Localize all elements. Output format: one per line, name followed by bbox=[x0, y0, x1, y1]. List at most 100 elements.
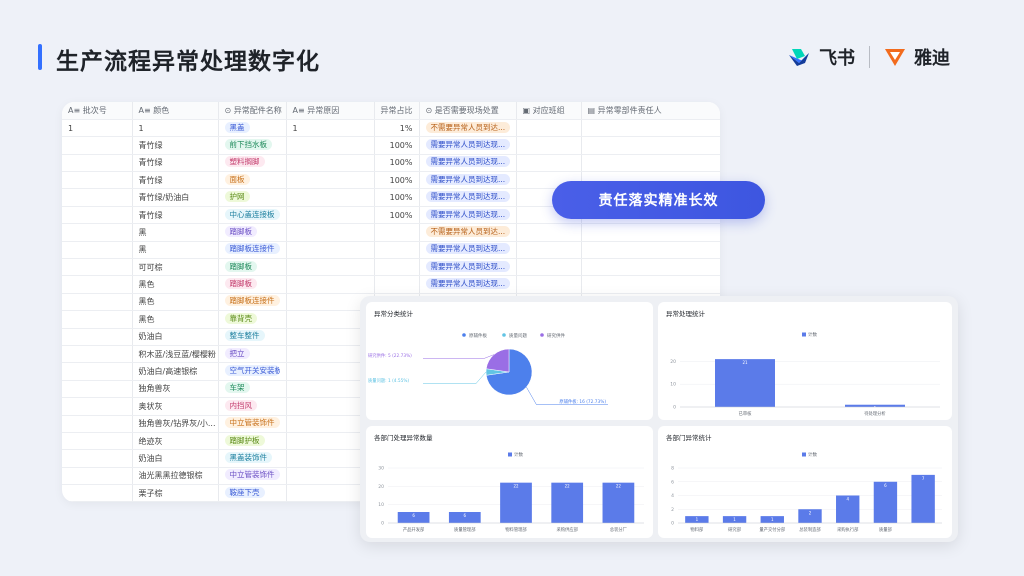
cell-color[interactable]: 奶油白 bbox=[132, 328, 219, 346]
cell-onsite[interactable]: 需要异常人员到达现... bbox=[419, 154, 517, 173]
cell-owner[interactable] bbox=[581, 258, 720, 277]
cell-onsite[interactable]: 需要异常人员到达现... bbox=[419, 171, 517, 190]
cell-ratio[interactable]: 1% bbox=[374, 119, 420, 138]
cell-batch[interactable] bbox=[62, 328, 133, 346]
cell-batch[interactable] bbox=[62, 258, 133, 277]
cell-onsite[interactable]: 需要异常人员到达现... bbox=[419, 275, 517, 294]
cell-color[interactable]: 黑色 bbox=[132, 275, 219, 294]
cell-reason[interactable] bbox=[286, 241, 375, 260]
cell-batch[interactable] bbox=[62, 362, 133, 381]
cell-batch[interactable] bbox=[62, 293, 133, 312]
cell-part[interactable]: 把立 bbox=[218, 345, 287, 364]
column-header[interactable]: A≡ 异常原因 bbox=[286, 102, 375, 120]
cell-part[interactable]: 黑盖 bbox=[218, 119, 287, 138]
cell-batch[interactable] bbox=[62, 241, 133, 260]
cell-batch[interactable] bbox=[62, 397, 133, 416]
cell-part[interactable]: 中立管装饰件 bbox=[218, 415, 287, 433]
cell-onsite[interactable]: 需要异常人员到达现... bbox=[419, 136, 517, 155]
cell-batch[interactable] bbox=[62, 484, 133, 502]
cell-reason[interactable]: 1 bbox=[286, 119, 375, 138]
cell-onsite[interactable]: 需要异常人员到达现... bbox=[419, 206, 517, 225]
cell-color[interactable]: 黑 bbox=[132, 241, 219, 260]
cell-part[interactable]: 塑料搁脚 bbox=[218, 154, 287, 173]
cell-color[interactable]: 黑 bbox=[132, 223, 219, 242]
cell-ratio[interactable] bbox=[374, 275, 420, 294]
cell-batch[interactable] bbox=[62, 136, 133, 155]
cell-reason[interactable] bbox=[286, 258, 375, 277]
cell-team[interactable] bbox=[516, 223, 582, 242]
cell-reason[interactable] bbox=[286, 171, 375, 190]
cell-ratio[interactable] bbox=[374, 241, 420, 260]
cell-batch[interactable] bbox=[62, 310, 133, 329]
cell-part[interactable]: 黑盖装饰件 bbox=[218, 449, 287, 468]
cell-onsite[interactable]: 需要异常人员到达现... bbox=[419, 241, 517, 260]
cell-team[interactable] bbox=[516, 136, 582, 155]
column-header[interactable]: ⊙ 异常配件名称 bbox=[218, 102, 287, 120]
cell-part[interactable]: 踏脚板 bbox=[218, 258, 287, 277]
cell-part[interactable]: 内挡风 bbox=[218, 397, 287, 416]
cell-reason[interactable] bbox=[286, 136, 375, 155]
table-row[interactable]: 青竹绿 塑料搁脚 100% 需要异常人员到达现... bbox=[62, 154, 720, 173]
cell-onsite[interactable]: 需要异常人员到达现... bbox=[419, 188, 517, 207]
column-header[interactable]: ▣ 对应班组 bbox=[516, 102, 582, 120]
cell-owner[interactable] bbox=[581, 154, 720, 173]
cell-team[interactable] bbox=[516, 258, 582, 277]
cell-batch[interactable] bbox=[62, 154, 133, 173]
cell-owner[interactable] bbox=[581, 119, 720, 138]
column-header[interactable]: ⊙ 是否需要现场处置 bbox=[419, 102, 517, 120]
cell-batch[interactable] bbox=[62, 206, 133, 225]
cell-color[interactable]: 黑色 bbox=[132, 293, 219, 312]
cell-team[interactable] bbox=[516, 119, 582, 138]
cell-owner[interactable] bbox=[581, 136, 720, 155]
table-row[interactable]: 黑踏脚板连接件 需要异常人员到达现... bbox=[62, 241, 720, 260]
cell-batch[interactable] bbox=[62, 275, 133, 294]
cell-batch[interactable] bbox=[62, 449, 133, 468]
cell-color[interactable]: 独角兽灰/钻界灰/小... bbox=[132, 415, 219, 433]
cell-part[interactable]: 车架 bbox=[218, 380, 287, 399]
cell-color[interactable]: 可可棕 bbox=[132, 258, 219, 277]
cell-color[interactable]: 奶油白/高速银棕 bbox=[132, 362, 219, 381]
cell-reason[interactable] bbox=[286, 206, 375, 225]
cell-color[interactable]: 青竹绿 bbox=[132, 136, 219, 155]
cell-batch[interactable] bbox=[62, 432, 133, 451]
responsibility-cta-button[interactable]: 责任落实精准长效 bbox=[552, 181, 765, 219]
table-row[interactable]: 可可棕 踏脚板 需要异常人员到达现... bbox=[62, 258, 720, 277]
cell-ratio[interactable]: 100% bbox=[374, 136, 420, 155]
cell-ratio[interactable]: 100% bbox=[374, 154, 420, 173]
cell-reason[interactable] bbox=[286, 275, 375, 294]
cell-ratio[interactable] bbox=[374, 223, 420, 242]
cell-team[interactable] bbox=[516, 154, 582, 173]
cell-color[interactable]: 奥状灰 bbox=[132, 397, 219, 416]
cell-part[interactable]: 踏脚板连接件 bbox=[218, 241, 287, 260]
cell-batch[interactable] bbox=[62, 171, 133, 190]
cell-ratio[interactable]: 100% bbox=[374, 206, 420, 225]
cell-batch[interactable] bbox=[62, 188, 133, 207]
cell-color[interactable]: 黑色 bbox=[132, 310, 219, 329]
cell-reason[interactable] bbox=[286, 223, 375, 242]
cell-onsite[interactable]: 不需要异常人员到达... bbox=[419, 223, 517, 242]
cell-part[interactable]: 中心盖连接板 bbox=[218, 206, 287, 225]
cell-part[interactable]: 中立管装饰件 bbox=[218, 467, 287, 486]
cell-batch[interactable] bbox=[62, 467, 133, 486]
cell-color[interactable]: 青竹绿 bbox=[132, 206, 219, 225]
cell-batch[interactable] bbox=[62, 415, 133, 433]
cell-part[interactable]: 整车整件 bbox=[218, 328, 287, 346]
cell-color[interactable]: 独角兽灰 bbox=[132, 380, 219, 399]
cell-ratio[interactable]: 100% bbox=[374, 171, 420, 190]
cell-reason[interactable] bbox=[286, 188, 375, 207]
cell-part[interactable]: 踏脚板连接件 bbox=[218, 293, 287, 312]
cell-color[interactable]: 青竹绿/奶油白 bbox=[132, 188, 219, 207]
cell-owner[interactable] bbox=[581, 275, 720, 294]
cell-reason[interactable] bbox=[286, 154, 375, 173]
table-row[interactable]: 青竹绿 前下挡水板 100% 需要异常人员到达现... bbox=[62, 136, 720, 155]
cell-part[interactable]: 靠背壳 bbox=[218, 310, 287, 329]
column-header[interactable]: ▤ 异常零部件责任人 bbox=[581, 102, 720, 120]
cell-owner[interactable] bbox=[581, 223, 720, 242]
cell-part[interactable]: 踏脚板 bbox=[218, 223, 287, 242]
cell-part[interactable]: 面板 bbox=[218, 171, 287, 190]
cell-batch[interactable] bbox=[62, 380, 133, 399]
cell-team[interactable] bbox=[516, 275, 582, 294]
cell-onsite[interactable]: 需要异常人员到达现... bbox=[419, 258, 517, 277]
cell-owner[interactable] bbox=[581, 241, 720, 260]
cell-part[interactable]: 护网 bbox=[218, 188, 287, 207]
